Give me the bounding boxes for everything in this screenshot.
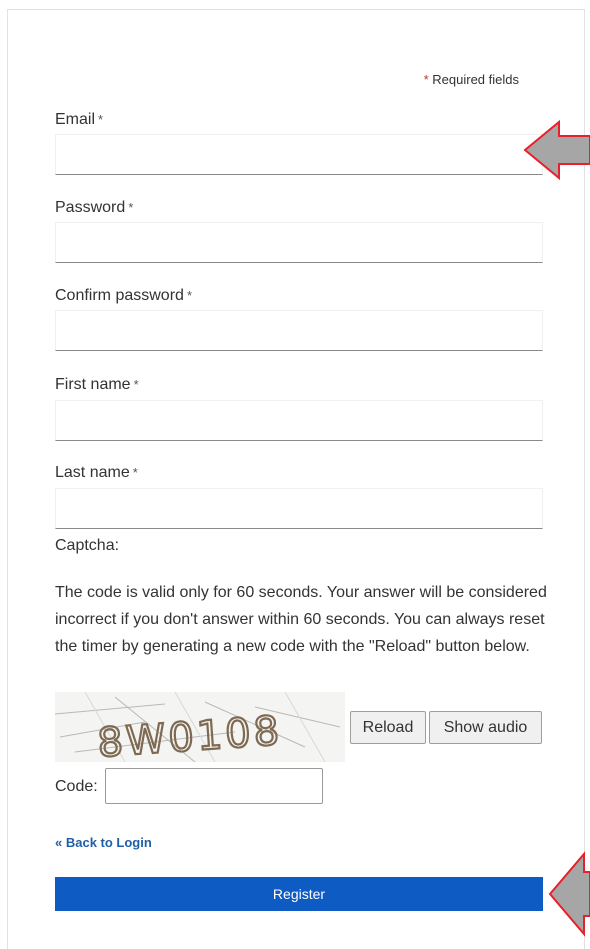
- email-required-star: *: [98, 112, 104, 127]
- annotation-arrow-left-bottom-icon: [548, 851, 590, 937]
- annotation-arrow-left-icon: [523, 119, 590, 181]
- confirm-password-label-text: Confirm password: [55, 287, 184, 304]
- reload-button[interactable]: Reload: [350, 711, 426, 744]
- confirm-password-label: Confirm password *: [55, 287, 192, 305]
- required-fields-note: * Required fields: [0, 72, 519, 87]
- password-label: Password *: [55, 199, 133, 217]
- captcha-title: Captcha:: [55, 537, 120, 554]
- last-name-required-star: *: [132, 465, 138, 480]
- password-field[interactable]: [55, 222, 543, 263]
- first-name-field[interactable]: [55, 400, 543, 441]
- code-input[interactable]: [105, 768, 323, 804]
- last-name-field[interactable]: [55, 488, 543, 529]
- first-name-label: First name *: [55, 376, 139, 394]
- confirm-password-required-star: *: [186, 288, 192, 303]
- captcha-image: 8W0108: [55, 692, 345, 762]
- code-label: Code:: [55, 778, 98, 795]
- required-fields-text: Required fields: [432, 72, 519, 87]
- show-audio-button[interactable]: Show audio: [429, 711, 542, 744]
- captcha-instructions: The code is valid only for 60 seconds. Y…: [55, 584, 547, 655]
- register-button[interactable]: Register: [55, 877, 543, 911]
- back-to-login-link[interactable]: « Back to Login: [55, 835, 152, 850]
- last-name-label: Last name *: [55, 464, 138, 482]
- password-required-star: *: [128, 200, 134, 215]
- email-field[interactable]: [55, 134, 543, 175]
- last-name-label-text: Last name: [55, 464, 130, 481]
- email-label: Email *: [55, 111, 103, 129]
- first-name-required-star: *: [133, 377, 139, 392]
- email-label-text: Email: [55, 111, 96, 128]
- first-name-label-text: First name: [55, 376, 131, 393]
- confirm-password-field[interactable]: [55, 310, 543, 351]
- password-label-text: Password: [55, 199, 126, 216]
- required-star: *: [423, 72, 429, 87]
